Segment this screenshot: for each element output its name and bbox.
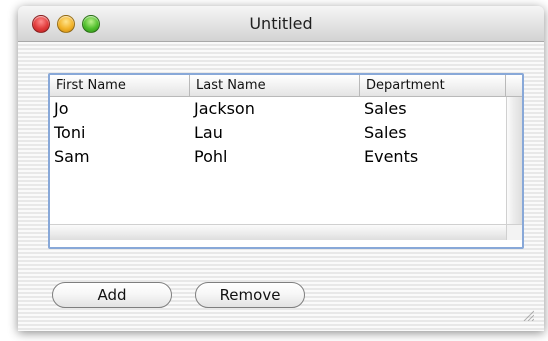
cell-first-name[interactable]: Toni (50, 121, 190, 145)
table-header: First Name Last Name Department (50, 75, 506, 97)
cell-first-name[interactable]: Jo (50, 97, 190, 121)
cell-last-name[interactable]: Jackson (190, 97, 360, 121)
cell-department[interactable]: Sales (360, 121, 506, 145)
cell-first-name[interactable]: Sam (50, 145, 190, 169)
cell-department[interactable]: Sales (360, 97, 506, 121)
app-window: Untitled First Name Last Name Department… (18, 6, 544, 331)
scrollbar-corner (506, 224, 522, 240)
vertical-scrollbar[interactable] (506, 97, 522, 224)
horizontal-scrollbar[interactable] (50, 224, 506, 240)
column-header-first-name[interactable]: First Name (50, 75, 190, 97)
resize-grip-icon[interactable] (520, 307, 534, 321)
column-header-department[interactable]: Department (360, 75, 506, 97)
cell-last-name[interactable]: Pohl (190, 145, 360, 169)
cell-department[interactable]: Events (360, 145, 506, 169)
table-row[interactable]: Toni Lau Sales (50, 121, 506, 145)
add-button[interactable]: Add (52, 282, 172, 308)
window-content: First Name Last Name Department Jo Jacks… (18, 42, 544, 331)
column-header-last-name[interactable]: Last Name (190, 75, 360, 97)
table-row[interactable]: Jo Jackson Sales (50, 97, 506, 121)
table-body: Jo Jackson Sales Toni Lau Sales Sam Pohl… (50, 97, 506, 215)
cell-last-name[interactable]: Lau (190, 121, 360, 145)
title-bar[interactable]: Untitled (18, 6, 544, 42)
table-row[interactable]: Sam Pohl Events (50, 145, 506, 169)
people-table[interactable]: First Name Last Name Department Jo Jacks… (48, 73, 524, 249)
remove-button[interactable]: Remove (195, 282, 305, 308)
window-title: Untitled (249, 14, 313, 33)
table-header-corner (506, 75, 522, 97)
